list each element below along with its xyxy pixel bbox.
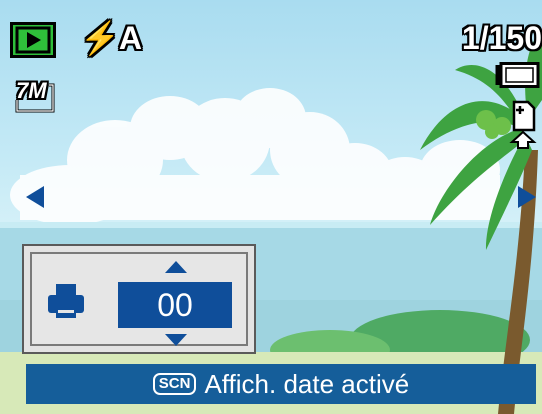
status-message: Affich. date activé xyxy=(204,368,410,399)
battery-icon xyxy=(495,62,540,88)
scene-mode-badge: SCN xyxy=(152,373,197,395)
triangle-up-icon[interactable] xyxy=(164,260,188,274)
print-quantity-field[interactable]: 00 xyxy=(118,282,232,328)
playback-mode-icon xyxy=(10,22,56,58)
shot-counter: 1/150 xyxy=(461,20,542,56)
triangle-down-icon[interactable] xyxy=(164,333,188,347)
print-transfer-icon xyxy=(509,100,537,149)
printer-icon xyxy=(48,284,84,318)
flash-mode-indicator: ⚡A xyxy=(80,20,142,56)
arrow-left-icon[interactable] xyxy=(24,184,46,210)
status-message-bar: SCN Affich. date activé xyxy=(26,364,536,404)
resolution-label: 7M xyxy=(16,78,47,103)
camera-lcd-screen: ⚡A 1/150 7M 00 SCN Affich. date activé xyxy=(0,0,542,414)
arrow-right-icon[interactable] xyxy=(516,184,538,210)
resolution-badge: 7M xyxy=(14,78,56,114)
